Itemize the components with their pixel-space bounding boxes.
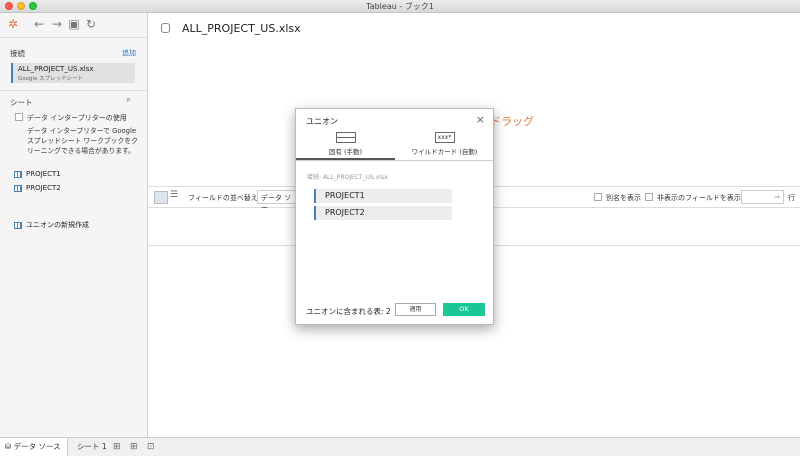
minimize-window-button[interactable] <box>17 2 25 10</box>
window-title: Tableau - ブック1 <box>366 2 434 11</box>
new-union-item[interactable]: ユニオンの新規作成 <box>14 220 89 230</box>
show-hidden-checkbox[interactable] <box>645 193 653 201</box>
maximize-window-button[interactable] <box>29 2 37 10</box>
wildcard-icon: xxx* <box>434 132 455 143</box>
toolbar-divider <box>0 37 148 38</box>
sheet-label: PROJECT2 <box>26 184 61 192</box>
tab-fixed-label: 固有 (手動) <box>328 148 363 156</box>
show-hidden-label: 非表示のフィールドを表示 <box>657 194 741 202</box>
tab-sheet1[interactable]: シート 1 <box>72 438 112 456</box>
show-alias-label: 別名を表示 <box>606 194 641 202</box>
drag-hint: ドラッグ <box>490 115 534 128</box>
tab-datasource-label: データ ソース <box>13 442 61 451</box>
back-icon[interactable]: ← <box>32 17 46 31</box>
tab-fixed[interactable]: 固有 (手動) <box>296 132 395 160</box>
add-connection-link[interactable]: 追加 <box>122 48 136 58</box>
sheets-label: シート <box>10 98 33 107</box>
tab-wildcard-label: ワイルドカード (自動) <box>411 148 478 156</box>
close-icon[interactable]: × <box>476 113 485 126</box>
union-table-row[interactable]: PROJECT2 <box>314 206 452 220</box>
show-alias-checkbox[interactable] <box>594 193 602 201</box>
union-icon <box>14 221 22 229</box>
dialog-title: ユニオン <box>306 117 338 126</box>
new-story-icon[interactable]: ⊡ <box>142 438 160 456</box>
datasource-title[interactable]: ALL_PROJECT_US.xlsx <box>182 22 301 35</box>
new-sheet-icon[interactable]: ⊞ <box>108 438 126 456</box>
connection-name: ALL_PROJECT_US.xlsx <box>18 65 94 73</box>
apply-button[interactable]: 適用 <box>395 303 436 316</box>
new-union-label: ユニオンの新規作成 <box>26 221 89 229</box>
save-icon[interactable]: ▣ <box>67 17 81 31</box>
ok-button[interactable]: OK <box>443 303 485 316</box>
list-view-icon[interactable]: ☰ <box>170 190 184 203</box>
grid-view-button[interactable] <box>154 191 168 204</box>
sheet-label: PROJECT1 <box>26 170 61 178</box>
table-icon <box>14 170 22 178</box>
connection-type: Google スプレッドシート <box>18 76 84 82</box>
forward-icon[interactable]: → <box>50 17 64 31</box>
tab-datasource[interactable]: ⛁ データ ソース <box>0 438 68 456</box>
rows-label: 行 <box>788 194 795 202</box>
bottom-tab-bar: ⛁ データ ソース シート 1 ⊞ ⊞ ⊡ <box>0 437 800 456</box>
sheet-item-project1[interactable]: PROJECT1 <box>14 170 61 178</box>
tab-wildcard[interactable]: xxx* ワイルドカード (自動) <box>395 132 494 160</box>
interpreter-description: データ インタープリターで Google スプレッドシート ワークブックをクリー… <box>27 127 138 155</box>
interpreter-label: データ インタープリターの使用 <box>27 114 127 122</box>
sort-fields-label: フィールドの並べ替え <box>188 194 258 202</box>
close-window-button[interactable] <box>5 2 13 10</box>
refresh-icon[interactable]: ↻ <box>84 17 98 31</box>
database-icon <box>161 23 170 33</box>
union-dialog: ユニオン × 固有 (手動) xxx* ワイルドカード (自動) 接続: ALL… <box>295 108 495 325</box>
tableau-logo-icon[interactable]: ✲ <box>6 17 20 31</box>
table-stack-icon <box>335 132 356 143</box>
union-table-row[interactable]: PROJECT1 <box>314 189 452 203</box>
new-dashboard-icon[interactable]: ⊞ <box>125 438 143 456</box>
sidebar: ✲ ← → ▣ ↻ 接続 追加 ALL_PROJECT_US.xlsx Goog… <box>0 13 148 437</box>
rows-input[interactable]: ⇒ <box>741 190 784 204</box>
union-count-label: ユニオンに含まれる表: 2 <box>306 307 391 316</box>
connections-label: 接続 <box>10 49 25 58</box>
datasource-tab-icon: ⛁ <box>5 442 14 451</box>
sheet-item-project2[interactable]: PROJECT2 <box>14 184 61 192</box>
sidebar-divider <box>0 90 148 91</box>
table-icon <box>14 184 22 192</box>
connection-item[interactable]: ALL_PROJECT_US.xlsx Google スプレッドシート <box>11 63 135 83</box>
interpreter-checkbox[interactable] <box>15 113 23 121</box>
search-icon[interactable]: ⌕ <box>126 95 131 105</box>
window-titlebar: Tableau - ブック1 <box>0 0 800 13</box>
sort-fields-select[interactable]: データ ソー <box>257 190 297 212</box>
dialog-tab-divider <box>296 160 495 161</box>
dialog-connection-label: 接続: ALL_PROJECT_US.xlsx <box>307 174 388 181</box>
